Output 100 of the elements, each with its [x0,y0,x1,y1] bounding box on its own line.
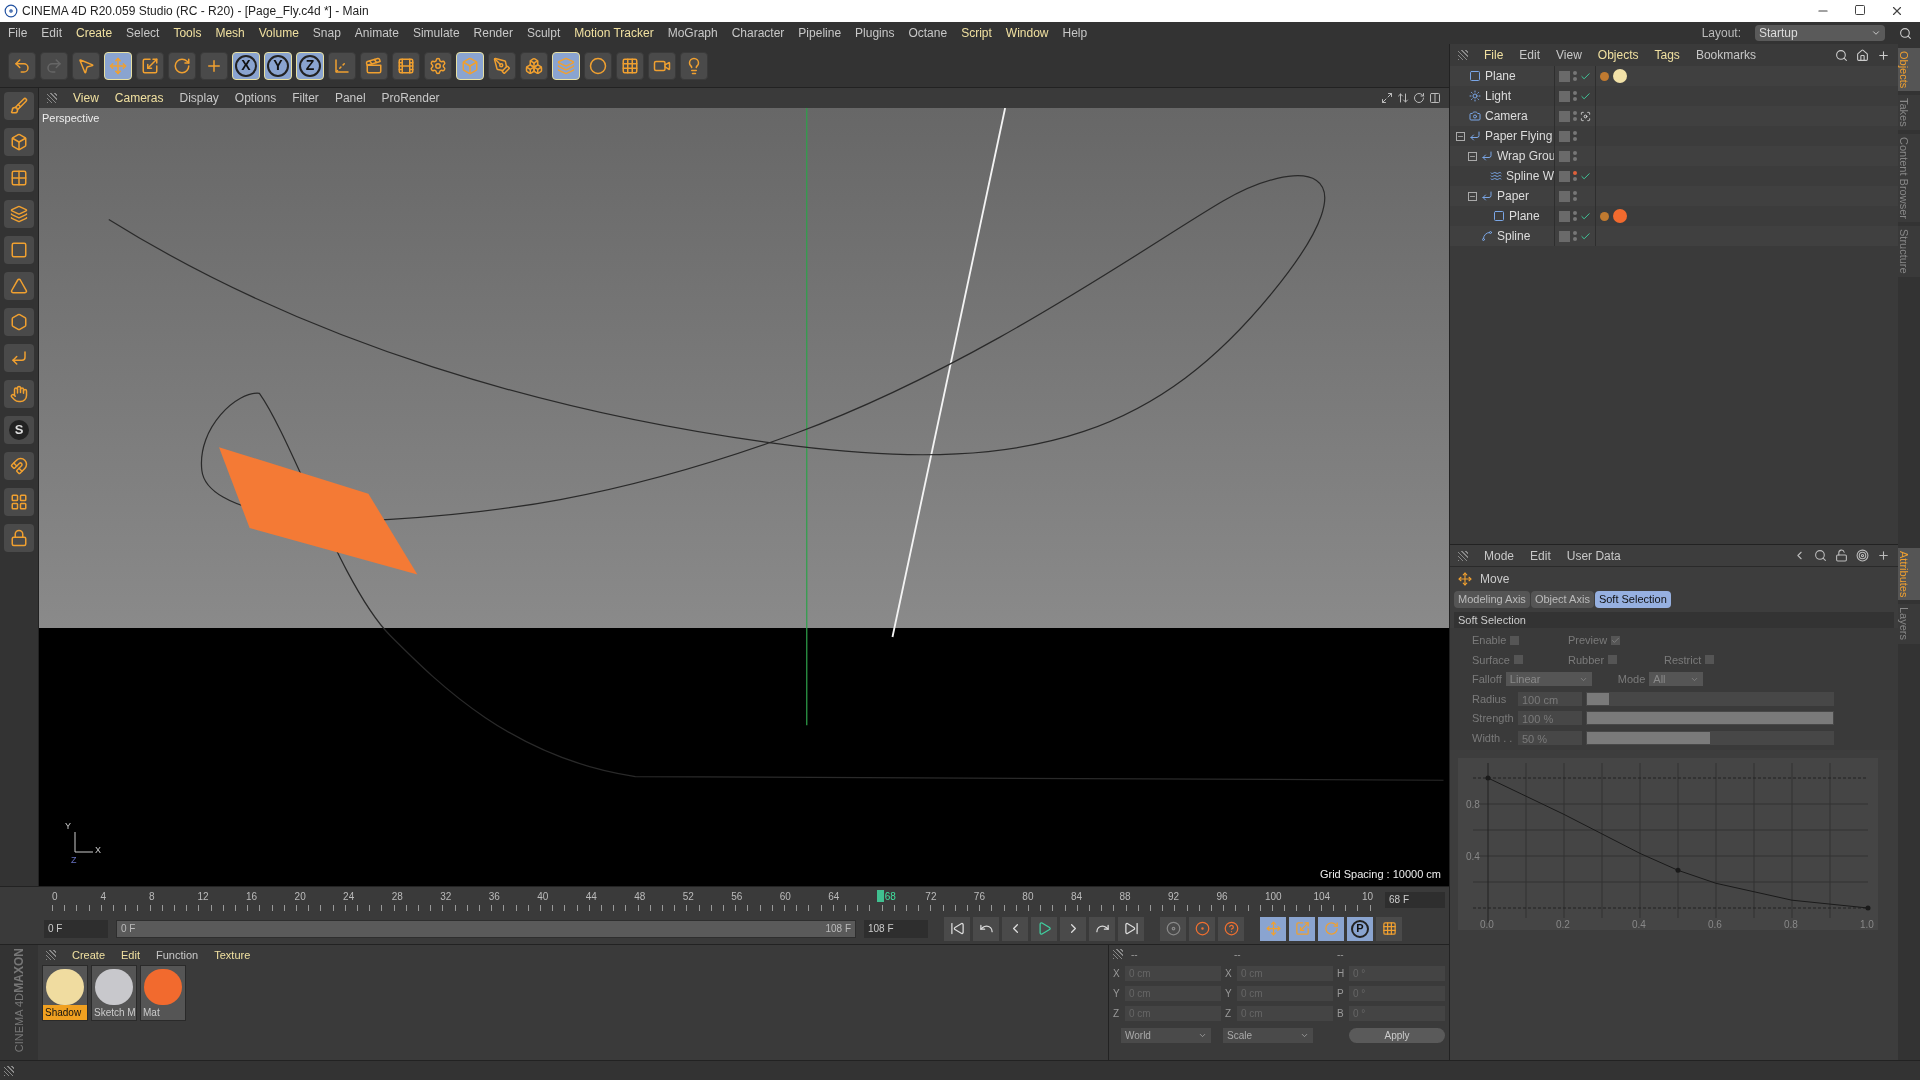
menu-item[interactable]: Render [473,24,513,42]
menu-item[interactable]: Help [1062,24,1088,42]
viewport-menu-item[interactable]: Filter [292,89,319,107]
restore-icon[interactable] [1854,4,1866,16]
select-tool-button[interactable] [72,51,100,80]
layer-swatch[interactable] [1559,110,1570,122]
first-button[interactable] [944,916,970,941]
tweak-mode-button[interactable] [4,380,34,408]
new-panel-icon[interactable] [1877,549,1890,562]
material-menu-item[interactable]: Edit [121,946,140,964]
apply-button[interactable]: Apply [1349,1027,1445,1043]
undo-tool-button[interactable] [8,51,36,80]
layer-swatch[interactable] [1559,150,1570,162]
next-key-button[interactable] [1089,916,1115,941]
rotate-tool-button[interactable] [168,51,196,80]
autokey-button[interactable] [1189,916,1215,941]
cube-tool-button[interactable] [456,51,484,80]
layer-swatch[interactable] [1559,90,1570,102]
next-frame-button[interactable] [1060,916,1086,941]
visibility-dots-icon[interactable] [1573,231,1577,241]
object-manager-menu-item[interactable]: Tags [1654,46,1680,64]
menu-item[interactable]: Octane [908,24,948,42]
material-menu-item[interactable]: Function [156,946,199,964]
material-swatch[interactable]: Mat [140,965,186,1021]
layer-swatch[interactable] [1559,190,1570,202]
collapse-icon[interactable] [1468,151,1477,161]
coordinate-dropdown[interactable]: Scale [1223,1027,1313,1043]
coordinate-dropdown[interactable]: World [1121,1027,1211,1043]
material-swatch[interactable]: Shadow [42,965,88,1021]
menu-item[interactable]: MoGraph [667,24,718,42]
material-tag-icon[interactable] [1613,209,1627,223]
zoom-icon[interactable] [1397,92,1409,104]
scale-key-button[interactable] [1289,916,1315,941]
object-name[interactable]: Spline W [1505,167,1554,185]
menu-item[interactable]: File [8,24,28,42]
end-frame-field[interactable]: 108 F [864,919,928,938]
menu-item[interactable]: Simulate [412,24,460,42]
visibility-dots-icon[interactable] [1573,211,1577,221]
menu-item[interactable]: Create [76,24,113,42]
timeline-ruler[interactable]: 0 4 8 12 16 20 24 28 32 36 40 44 48 52 56 60 64 68 72 76 80 84 88 92 96 100 104 10 [52,887,1372,913]
target-icon[interactable] [1856,549,1869,562]
current-frame-field[interactable]: 68 F [1385,892,1445,908]
menu-item[interactable]: Pipeline [798,24,842,42]
edges-mode-button[interactable] [4,272,34,300]
parameter-key-button[interactable]: P [1347,916,1373,941]
menu-item[interactable]: Select [126,24,160,42]
visibility-dots-icon[interactable] [1573,171,1577,181]
render-picture-tool-button[interactable] [392,51,420,80]
object-name[interactable]: Spline [1497,227,1531,245]
axis-lock-button[interactable]: Y [264,51,292,80]
viewport-menu-item[interactable]: ProRender [381,89,440,107]
material-swatch[interactable]: Sketch M [91,965,137,1021]
coords-tool-button[interactable] [328,51,356,80]
layer-swatch[interactable] [1559,130,1570,142]
material-tag-icon[interactable] [1613,69,1627,83]
search-icon[interactable] [1899,26,1912,40]
visibility-dots-icon[interactable] [1573,71,1577,81]
help-button[interactable] [1218,916,1244,941]
viewport-menu-item[interactable]: View [73,89,99,107]
search-icon[interactable] [1814,549,1827,562]
menu-item[interactable]: Animate [354,24,399,42]
prev-frame-button[interactable] [1002,916,1028,941]
object-name[interactable]: Plane [1509,207,1540,225]
axis-lock-button[interactable]: Z [296,51,324,80]
search-icon[interactable] [1835,48,1848,62]
camera-target-icon[interactable] [1580,110,1591,122]
scale-tool-button[interactable] [136,51,164,80]
object-name[interactable]: Paper [1497,187,1530,205]
object-manager-menu-item[interactable]: View [1556,46,1582,64]
visibility-dots-icon[interactable] [1573,151,1577,161]
move-key-button[interactable] [1260,916,1286,941]
menu-item[interactable]: Volume [258,24,299,42]
home-icon[interactable] [1856,48,1869,62]
menu-item[interactable]: Character [731,24,785,42]
rotate-key-button[interactable] [1318,916,1344,941]
visibility-dots-icon[interactable] [1573,111,1577,121]
layer-swatch[interactable] [1559,170,1570,182]
object-manager-menu-item[interactable]: Objects [1597,46,1639,64]
object-manager-menu-item[interactable]: File [1484,46,1504,64]
menu-item[interactable]: Tools [173,24,202,42]
pen-tool-button[interactable] [488,51,516,80]
points-mode-button[interactable] [4,236,34,264]
floor-tool-button[interactable] [616,51,644,80]
enabled-check-icon[interactable] [1580,90,1591,102]
visibility-dots-icon[interactable] [1573,91,1577,101]
move-tool-button[interactable] [104,51,132,80]
points-key-button[interactable] [1376,916,1402,941]
magnet-mode-button[interactable] [4,452,34,480]
texture-mode-button[interactable] [4,164,34,192]
layer-swatch[interactable] [1559,210,1570,222]
workplane-mode-button[interactable] [4,200,34,228]
new-panel-icon[interactable] [1877,48,1890,62]
layer-swatch[interactable] [1559,230,1570,242]
orbit-icon[interactable] [1413,92,1425,104]
axis-lock-button[interactable]: X [232,51,260,80]
solo-button[interactable]: S [4,416,34,444]
object-name[interactable]: Light [1485,87,1512,105]
object-name[interactable]: Plane [1485,67,1516,85]
viewport-menu-item[interactable]: Panel [334,89,366,107]
model-mode-button[interactable] [4,128,34,156]
